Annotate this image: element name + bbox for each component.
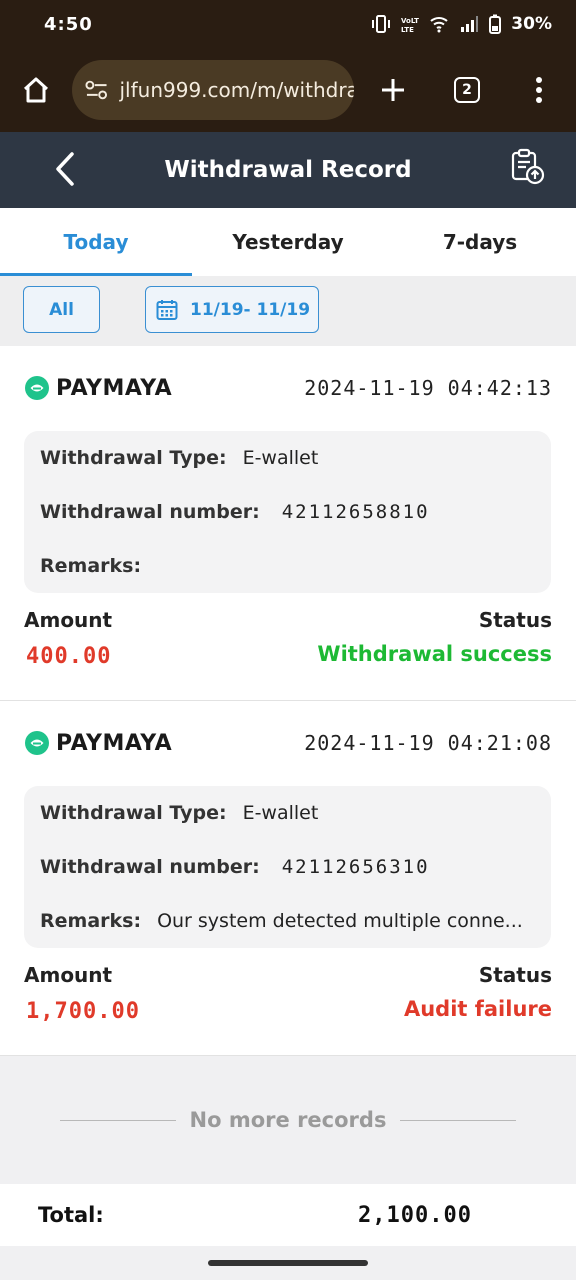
paymaya-icon — [25, 376, 49, 400]
paymaya-icon — [25, 731, 49, 755]
withdrawal-type-value: E-wallet — [242, 802, 319, 824]
paymaya-logo: PAYMAYA — [24, 375, 172, 401]
record-header: PAYMAYA 2024-11-19 04:42:13 — [24, 374, 552, 402]
date-range-button[interactable]: 11/19- 11/19 — [145, 286, 319, 333]
battery-icon — [489, 14, 502, 34]
withdrawal-type-row: Withdrawal Type: E-wallet — [40, 786, 535, 840]
browser-toolbar: jlfun999.com/m/withdra 2 — [0, 48, 576, 132]
status-time: 4:50 — [44, 13, 93, 35]
amount-value: 400.00 — [26, 644, 112, 669]
amount-label: Amount — [24, 963, 113, 987]
no-more-records-text: No more records — [189, 1108, 387, 1132]
status-value: Withdrawal success — [317, 642, 552, 666]
remarks-row: Remarks: — [40, 539, 535, 593]
tab-count: 2 — [454, 77, 480, 103]
address-bar[interactable]: jlfun999.com/m/withdra — [72, 60, 354, 120]
navigation-gesture-bar — [0, 1246, 576, 1280]
date-range-text: 11/19- 11/19 — [190, 299, 311, 320]
browser-menu-button[interactable] — [502, 76, 576, 104]
withdrawal-number-row: Withdrawal number: 42112656310 — [40, 840, 535, 894]
record-details: Withdrawal Type: E-wallet Withdrawal num… — [24, 431, 551, 593]
status-icons: VoLTELTE 30% — [371, 14, 552, 34]
remarks-row: Remarks: Our system detected multiple co… — [40, 894, 535, 948]
more-vert-icon — [536, 77, 542, 103]
record-header: PAYMAYA 2024-11-19 04:21:08 — [24, 729, 552, 757]
system-status-bar: 4:50 VoLTELTE 30% — [0, 0, 576, 48]
withdrawal-number-value: 42112656310 — [281, 856, 430, 878]
divider — [400, 1119, 517, 1121]
withdrawal-type-row: Withdrawal Type: E-wallet — [40, 431, 535, 485]
export-record-button[interactable] — [508, 148, 546, 190]
withdrawal-number-label: Withdrawal number: — [40, 501, 260, 523]
filter-all-button[interactable]: All — [23, 286, 100, 333]
remarks-value: Our system detected multiple conne... — [157, 910, 523, 932]
status-value: Audit failure — [403, 997, 552, 1021]
tab-7-days[interactable]: 7-days — [384, 208, 576, 276]
total-value: 2,100.00 — [358, 1202, 472, 1228]
date-tabs: Today Yesterday 7-days — [0, 208, 576, 276]
amount-label: Amount — [24, 608, 113, 632]
withdrawal-record: PAYMAYA 2024-11-19 04:21:08 Withdrawal T… — [0, 701, 576, 1056]
withdrawal-type-label: Withdrawal Type: — [40, 447, 227, 469]
withdrawal-type-label: Withdrawal Type: — [40, 802, 227, 824]
chevron-left-icon — [56, 152, 74, 186]
withdrawal-number-label: Withdrawal number: — [40, 856, 260, 878]
paymaya-logo: PAYMAYA — [24, 730, 172, 756]
plus-icon — [382, 79, 404, 101]
tab-switcher-button[interactable]: 2 — [432, 77, 502, 103]
back-button[interactable] — [52, 150, 76, 192]
withdrawal-number-value: 42112658810 — [281, 501, 430, 523]
remarks-label: Remarks: — [40, 910, 142, 932]
withdrawal-record: PAYMAYA 2024-11-19 04:42:13 Withdrawal T… — [0, 346, 576, 701]
status-label: Status — [478, 963, 552, 987]
amount-value: 1,700.00 — [26, 999, 140, 1024]
withdrawal-type-value: E-wallet — [242, 447, 319, 469]
calendar-icon — [156, 299, 178, 320]
svg-text:LTE: LTE — [401, 26, 414, 33]
status-label: Status — [478, 608, 552, 632]
home-button[interactable] — [0, 75, 72, 105]
remarks-label: Remarks: — [40, 555, 142, 577]
url-text: jlfun999.com/m/withdra — [119, 78, 354, 102]
svg-text:VoLTE: VoLTE — [401, 17, 419, 25]
total-label: Total: — [38, 1203, 104, 1227]
withdrawal-number-row: Withdrawal number: 42112658810 — [40, 485, 535, 539]
site-settings-icon — [85, 80, 108, 100]
new-tab-button[interactable] — [354, 77, 432, 103]
tab-yesterday[interactable]: Yesterday — [192, 208, 384, 276]
volte-icon: VoLTELTE — [401, 17, 419, 33]
vibrate-icon — [372, 15, 391, 33]
clipboard-upload-icon — [511, 148, 545, 185]
provider-name: PAYMAYA — [56, 375, 173, 401]
record-timestamp: 2024-11-19 04:42:13 — [304, 376, 552, 400]
tab-today[interactable]: Today — [0, 208, 192, 276]
page-title: Withdrawal Record — [164, 157, 412, 183]
divider — [59, 1119, 176, 1121]
gesture-handle[interactable] — [208, 1260, 368, 1266]
signal-icon — [461, 16, 479, 32]
battery-percent: 30% — [511, 14, 552, 34]
provider-name: PAYMAYA — [56, 730, 173, 756]
end-of-list: No more records — [0, 1056, 576, 1184]
app-header: Withdrawal Record — [0, 132, 576, 208]
total-bar: Total: 2,100.00 — [0, 1184, 576, 1246]
wifi-icon — [430, 17, 448, 33]
home-icon — [23, 77, 49, 103]
record-timestamp: 2024-11-19 04:21:08 — [304, 731, 552, 755]
record-details: Withdrawal Type: E-wallet Withdrawal num… — [24, 786, 551, 948]
filter-row: All 11/19- 11/19 — [0, 276, 576, 346]
